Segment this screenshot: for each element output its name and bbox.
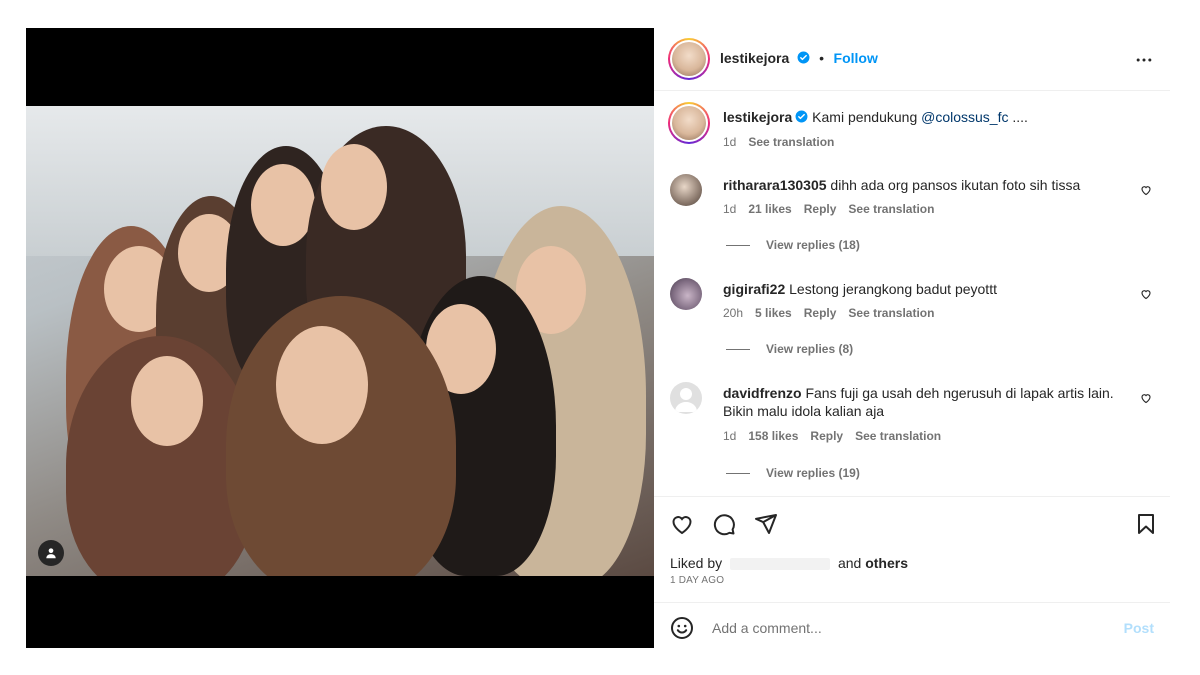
composer-divider (654, 602, 1170, 603)
caption: lestikejora Kami pendukung @colossus_fc … (654, 102, 1170, 154)
view-replies-label: View replies (19) (766, 466, 860, 480)
header-divider (654, 90, 1170, 91)
comment-text: Lestong jerangkong badut peyottt (789, 281, 997, 297)
post-time-ago: 1 DAY AGO (670, 575, 725, 586)
comment-item: gigirafi22 Lestong jerangkong badut peyo… (654, 278, 1170, 368)
emoji-icon[interactable] (670, 616, 694, 640)
comment-reply-button[interactable]: Reply (804, 306, 837, 320)
actions-divider (654, 496, 1170, 497)
send-icon[interactable] (754, 512, 778, 536)
more-options-button[interactable] (1132, 48, 1156, 72)
comment-age: 1d (723, 429, 737, 443)
comment-input[interactable]: Add a comment... (712, 620, 822, 636)
likes-summary: Liked by and others (654, 555, 1170, 575)
view-replies-button[interactable]: View replies (19) (726, 466, 860, 480)
and-label: and (837, 555, 862, 571)
post-media[interactable] (26, 28, 654, 648)
caption-see-translation[interactable]: See translation (748, 135, 834, 149)
liked-by-label: Liked by (670, 555, 723, 571)
view-replies-label: View replies (18) (766, 238, 860, 252)
replies-line (726, 472, 750, 474)
author-username[interactable]: lestikejora (720, 50, 789, 66)
more-icon (1136, 58, 1152, 62)
replies-line (726, 348, 750, 350)
caption-text-prefix: Kami pendukung (812, 109, 918, 125)
comment-item: ritharara130305 dihh ada org pansos ikut… (654, 174, 1170, 264)
comment-composer: Add a comment... Post (654, 614, 1170, 642)
caption-age: 1d (723, 135, 737, 149)
liked-by-user-redacted (730, 558, 831, 571)
comment-avatar[interactable] (670, 382, 702, 414)
view-replies-button[interactable]: View replies (8) (726, 342, 853, 356)
user-tag-button[interactable] (38, 540, 64, 566)
comment-like-icon[interactable] (1140, 392, 1152, 404)
caption-username[interactable]: lestikejora (723, 109, 792, 125)
photo-face (276, 326, 368, 444)
heart-icon[interactable] (670, 512, 694, 536)
comment-username[interactable]: ritharara130305 (723, 177, 827, 193)
comment-reply-button[interactable]: Reply (804, 202, 837, 216)
author-avatar[interactable] (668, 38, 710, 80)
caption-mention-link[interactable]: @colossus_fc (921, 109, 1008, 125)
photo-face (131, 356, 203, 446)
comment-avatar[interactable] (670, 278, 702, 310)
verified-badge-icon (797, 51, 810, 64)
photo-face (251, 164, 315, 246)
post-actions (654, 510, 1170, 540)
comment-text: dihh ada org pansos ikutan foto sih tiss… (830, 177, 1081, 193)
post-details-panel: lestikejora • Follow lestikejora Kami pe… (654, 28, 1170, 648)
comment-like-icon[interactable] (1140, 288, 1152, 300)
default-avatar-icon (675, 388, 697, 412)
comment-avatar[interactable] (670, 174, 702, 206)
comment-likes[interactable]: 158 likes (748, 429, 798, 443)
separator-dot: • (819, 50, 825, 66)
caption-avatar[interactable] (668, 102, 710, 144)
comment-likes[interactable]: 21 likes (748, 202, 791, 216)
post-comment-button[interactable]: Post (1124, 620, 1154, 636)
caption-text-suffix: .... (1012, 109, 1028, 125)
comment-username[interactable]: gigirafi22 (723, 281, 785, 297)
comment-see-translation[interactable]: See translation (848, 202, 934, 216)
post-header: lestikejora • Follow (654, 38, 1170, 80)
follow-button[interactable]: Follow (834, 50, 878, 66)
comment-reply-button[interactable]: Reply (810, 429, 843, 443)
user-tag-icon (46, 548, 56, 559)
photo-face (321, 144, 387, 230)
replies-line (726, 244, 750, 246)
verified-badge-icon (795, 110, 808, 123)
comment-icon[interactable] (712, 512, 736, 536)
comment-likes[interactable]: 5 likes (755, 306, 792, 320)
bookmark-icon[interactable] (1134, 512, 1158, 536)
others-link[interactable]: others (865, 555, 908, 571)
comment-age: 20h (723, 306, 744, 320)
comment-age: 1d (723, 202, 737, 216)
comment-username[interactable]: davidfrenzo (723, 385, 802, 401)
comment-see-translation[interactable]: See translation (848, 306, 934, 320)
post-photo[interactable] (26, 106, 654, 576)
comment-like-icon[interactable] (1140, 184, 1152, 196)
comment-see-translation[interactable]: See translation (855, 429, 941, 443)
view-replies-label: View replies (8) (766, 342, 854, 356)
comment-item: davidfrenzo Fans fuji ga usah deh ngerus… (654, 382, 1170, 492)
view-replies-button[interactable]: View replies (18) (726, 238, 860, 252)
